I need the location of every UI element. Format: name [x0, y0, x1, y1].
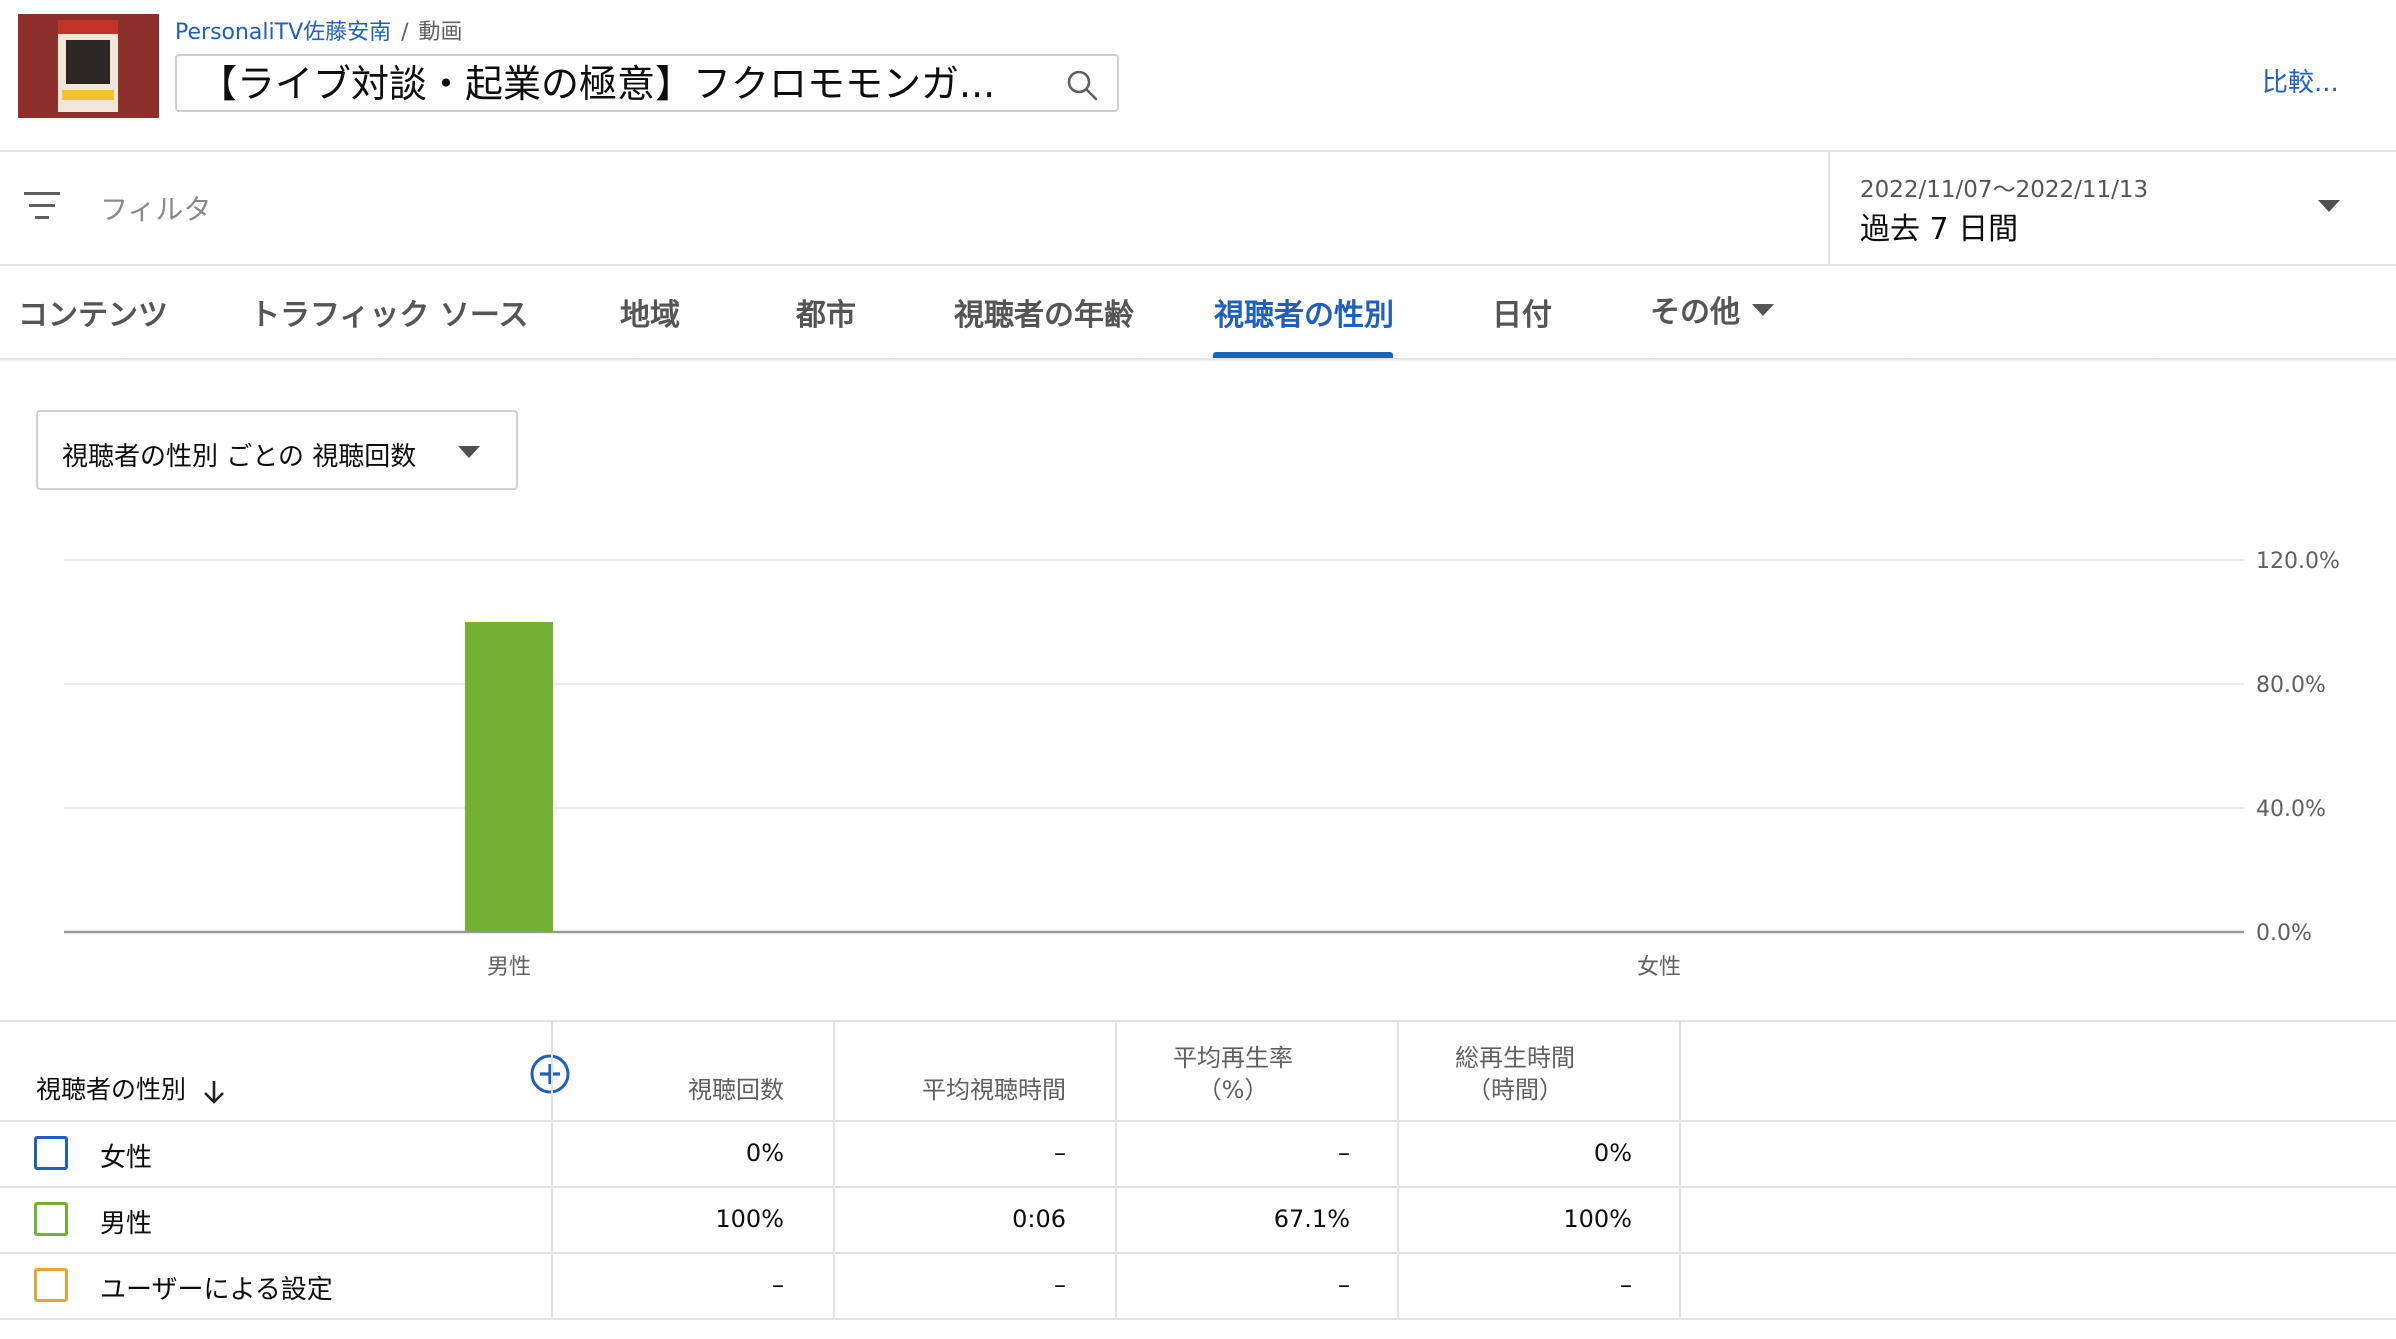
metric-dropdown-label: 視聴者の性別 ごとの 視聴回数	[62, 442, 417, 472]
table-cell: –	[1338, 1271, 1350, 1299]
search-icon[interactable]	[1065, 68, 1099, 102]
video-selector[interactable]: 【ライブ対談・起業の極意】フクロモモンガ...	[175, 54, 1119, 112]
header-divider	[0, 150, 2396, 152]
row-divider	[0, 1120, 2396, 1122]
tab-viewer-gender[interactable]: 視聴者の性別	[1214, 290, 1394, 334]
table-cell: –	[772, 1271, 784, 1299]
row-divider	[0, 1252, 2396, 1254]
row-checkbox-female[interactable]	[34, 1136, 68, 1170]
date-range-text[interactable]: 2022/11/07〜2022/11/13	[1860, 170, 2148, 204]
tab-content[interactable]: コンテンツ	[18, 290, 168, 334]
table-top-border	[0, 1020, 2396, 1022]
gender-bar-chart: 0.0% 40.0% 80.0% 120.0% 男性 女性	[64, 549, 2340, 980]
column-header-line1: 総再生時間	[1455, 1044, 1575, 1072]
row-label: 男性	[100, 1209, 153, 1239]
row-checkbox-user-specified[interactable]	[34, 1268, 68, 1302]
row-label: ユーザーによる設定	[100, 1275, 333, 1305]
tabs-shadow	[0, 358, 2396, 362]
y-tick-label: 120.0%	[2256, 549, 2340, 574]
breadcrumb: PersonaliTV佐藤安南 / 動画	[175, 14, 463, 46]
table-cell: –	[1054, 1139, 1066, 1167]
y-tick-label: 0.0%	[2256, 921, 2312, 946]
metric-dropdown[interactable]: 視聴者の性別 ごとの 視聴回数	[36, 410, 518, 490]
column-header-line1: 平均再生率	[1173, 1044, 1293, 1072]
date-period-label[interactable]: 過去 7 日間	[1860, 204, 2018, 248]
breadcrumb-separator: /	[401, 20, 409, 45]
table-cell: 0%	[745, 1139, 784, 1167]
arrow-down-icon[interactable]	[200, 1078, 228, 1106]
tab-more[interactable]: その他	[1650, 287, 1740, 331]
column-header-line2: （時間）	[1467, 1076, 1563, 1104]
chevron-down-icon[interactable]	[2318, 200, 2340, 212]
column-header-avg-percent-viewed[interactable]: 平均再生率 （%）	[1116, 1042, 1350, 1106]
y-tick-label: 40.0%	[2256, 797, 2326, 822]
compare-link[interactable]: 比較...	[2262, 62, 2339, 99]
tab-viewer-age[interactable]: 視聴者の年齢	[954, 290, 1134, 334]
column-header-views[interactable]: 視聴回数	[552, 1074, 784, 1106]
table-cell: 67.1%	[1273, 1205, 1350, 1233]
chevron-down-icon[interactable]	[1752, 304, 1774, 316]
table-cell: –	[1054, 1271, 1066, 1299]
table-cell: –	[1620, 1271, 1632, 1299]
video-thumbnail[interactable]	[18, 14, 159, 118]
table-cell: 100%	[715, 1205, 784, 1233]
column-divider	[1679, 1022, 1681, 1318]
tab-city[interactable]: 都市	[796, 290, 856, 334]
breadcrumb-section: 動画	[418, 20, 463, 45]
x-tick-label: 男性	[487, 955, 531, 980]
tab-geography[interactable]: 地域	[620, 290, 680, 334]
row-label: 女性	[100, 1143, 153, 1173]
filter-icon[interactable]	[24, 192, 60, 222]
table-cell: 100%	[1563, 1205, 1632, 1233]
row-divider	[0, 1186, 2396, 1188]
column-header-watch-time[interactable]: 総再生時間 （時間）	[1398, 1042, 1632, 1106]
date-divider	[1828, 152, 1830, 264]
dimension-header[interactable]: 視聴者の性別	[36, 1074, 186, 1106]
x-tick-label: 女性	[1637, 955, 1681, 980]
breadcrumb-channel[interactable]: PersonaliTV佐藤安南	[175, 20, 391, 45]
table-cell: 0:06	[1012, 1205, 1066, 1233]
bar	[465, 622, 553, 932]
tab-date[interactable]: 日付	[1492, 290, 1552, 334]
video-title: 【ライブ対談・起業の極意】フクロモモンガ...	[199, 62, 996, 106]
table-bottom-border	[0, 1318, 2396, 1320]
table-cell: 0%	[1593, 1139, 1632, 1167]
column-header-line2: （%）	[1197, 1076, 1269, 1104]
filter-input[interactable]: フィルタ	[100, 188, 211, 228]
filter-divider	[0, 264, 2396, 266]
column-header-avg-view-duration[interactable]: 平均視聴時間	[834, 1074, 1066, 1106]
table-cell: –	[1338, 1139, 1350, 1167]
tab-traffic-source[interactable]: トラフィック ソース	[250, 290, 528, 334]
y-tick-label: 80.0%	[2256, 673, 2326, 698]
chevron-down-icon	[458, 446, 480, 458]
row-checkbox-male[interactable]	[34, 1202, 68, 1236]
